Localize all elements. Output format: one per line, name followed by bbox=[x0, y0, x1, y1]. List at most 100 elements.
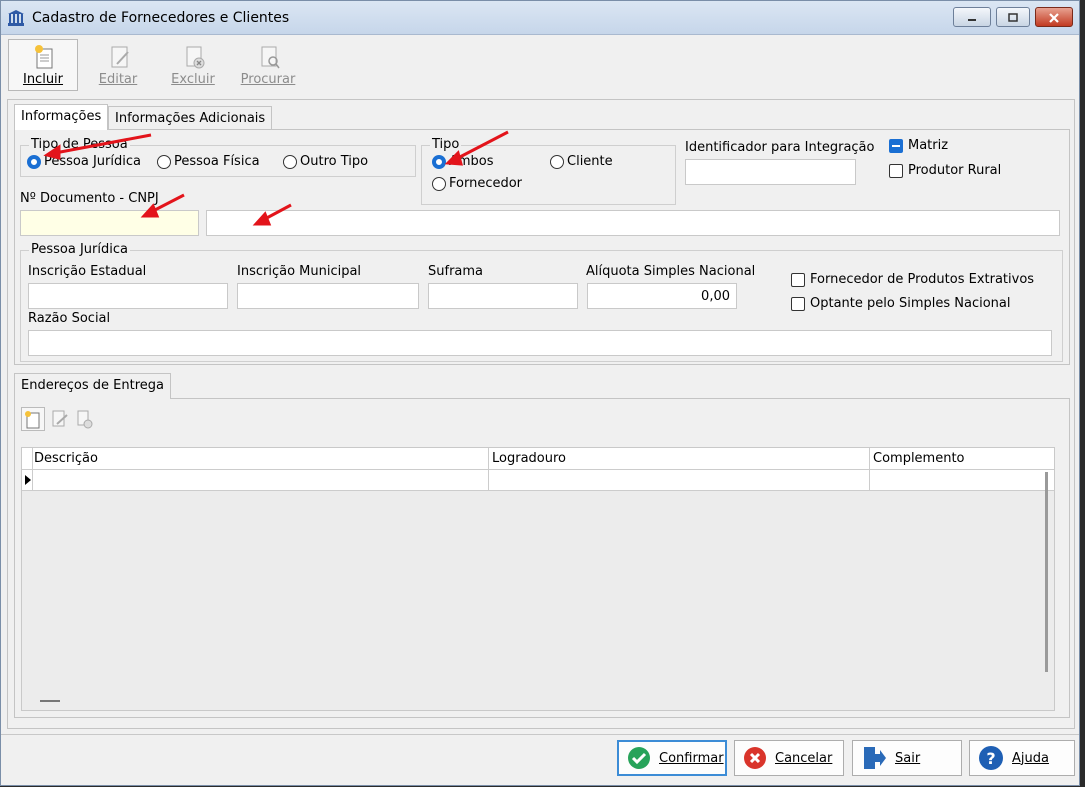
documento-label: Nº Documento - CNPJ bbox=[20, 191, 159, 206]
radio-cliente[interactable]: Cliente bbox=[550, 154, 613, 169]
radio-ambos[interactable]: Ambos bbox=[432, 154, 494, 169]
documento-descricao-input[interactable] bbox=[206, 210, 1060, 236]
column-separator bbox=[488, 470, 489, 490]
column-separator bbox=[869, 470, 870, 490]
radio-pessoa-juridica-label: Pessoa Jurídica bbox=[44, 154, 141, 169]
excluir-button[interactable]: Excluir bbox=[158, 39, 228, 91]
produtor-rural-checkbox[interactable]: Produtor Rural bbox=[889, 163, 1001, 178]
produtor-rural-label: Produtor Rural bbox=[908, 163, 1002, 178]
radio-unchecked-icon bbox=[157, 154, 171, 169]
minimize-icon bbox=[968, 19, 976, 21]
checkbox-partial-icon bbox=[889, 138, 903, 153]
enderecos-panel: Descrição Logradouro Complemento bbox=[14, 398, 1070, 718]
sair-label: Sair bbox=[895, 750, 921, 766]
main-window: Cadastro de Fornecedores e Clientes Incl… bbox=[0, 0, 1080, 786]
edit-document-icon bbox=[52, 410, 68, 427]
razao-social-input[interactable] bbox=[28, 330, 1052, 356]
aliquota-label: Alíquota Simples Nacional bbox=[586, 264, 756, 279]
matriz-checkbox[interactable]: Matriz bbox=[889, 138, 948, 153]
checkbox-unchecked-icon bbox=[791, 272, 805, 287]
radio-unchecked-icon bbox=[432, 176, 446, 191]
documento-input[interactable] bbox=[20, 210, 199, 236]
confirmar-label: Confirmar bbox=[659, 750, 724, 766]
tipo-pessoa-title: Tipo de Pessoa bbox=[29, 137, 130, 152]
procurar-button[interactable]: Procurar bbox=[233, 39, 303, 91]
table-row[interactable] bbox=[22, 470, 1054, 491]
ajuda-button[interactable]: ? Ajuda bbox=[969, 740, 1075, 776]
aliquota-input[interactable] bbox=[587, 283, 737, 309]
razao-social-label: Razão Social bbox=[28, 311, 111, 326]
radio-pessoa-juridica[interactable]: Pessoa Jurídica bbox=[27, 154, 141, 169]
ajuda-label: Ajuda bbox=[1012, 750, 1049, 766]
matriz-label: Matriz bbox=[908, 138, 949, 153]
radio-outro-tipo[interactable]: Outro Tipo bbox=[283, 154, 368, 169]
delete-document-icon bbox=[77, 410, 93, 429]
editar-button[interactable]: Editar bbox=[83, 39, 153, 91]
radio-cliente-label: Cliente bbox=[567, 154, 613, 169]
inscricao-municipal-input[interactable] bbox=[237, 283, 419, 309]
delete-endereco-button[interactable] bbox=[73, 407, 97, 431]
checkbox-unchecked-icon bbox=[889, 163, 903, 178]
help-icon: ? bbox=[979, 746, 1003, 770]
toolbar: Incluir Editar Excluir Procurar bbox=[1, 35, 1079, 93]
cancelar-label: Cancelar bbox=[775, 750, 833, 766]
main-panel: Informações Informações Adicionais Tipo … bbox=[7, 99, 1075, 729]
fornecedor-extrativos-label: Fornecedor de Produtos Extrativos bbox=[810, 272, 1035, 287]
confirmar-button[interactable]: Confirmar bbox=[617, 740, 727, 776]
column-separator bbox=[488, 448, 489, 469]
identificador-input[interactable] bbox=[685, 159, 856, 185]
close-button[interactable] bbox=[1035, 7, 1073, 27]
excluir-label: Excluir bbox=[171, 72, 215, 87]
enderecos-grid[interactable]: Descrição Logradouro Complemento bbox=[21, 447, 1055, 711]
inscricao-estadual-input[interactable] bbox=[28, 283, 228, 309]
column-logradouro[interactable]: Logradouro bbox=[492, 451, 566, 466]
delete-document-icon bbox=[186, 46, 205, 69]
pessoa-juridica-title: Pessoa Jurídica bbox=[29, 242, 130, 257]
informacoes-panel: Tipo de Pessoa Pessoa Jurídica Pessoa Fí… bbox=[14, 129, 1070, 365]
svg-text:?: ? bbox=[986, 749, 995, 768]
check-circle-icon bbox=[628, 747, 650, 769]
suframa-input[interactable] bbox=[428, 283, 578, 309]
edit-endereco-button[interactable] bbox=[48, 407, 72, 431]
exit-door-icon bbox=[864, 747, 886, 769]
tab-informacoes-adicionais[interactable]: Informações Adicionais bbox=[108, 106, 273, 130]
tipo-group: Tipo Ambos Cliente Fornecedor bbox=[421, 137, 676, 205]
add-endereco-button[interactable] bbox=[21, 407, 45, 431]
radio-pessoa-fisica[interactable]: Pessoa Física bbox=[157, 154, 260, 169]
suframa-label: Suframa bbox=[428, 264, 484, 279]
radio-fornecedor[interactable]: Fornecedor bbox=[432, 176, 522, 191]
tipo-pessoa-group: Tipo de Pessoa Pessoa Jurídica Pessoa Fí… bbox=[20, 137, 416, 177]
new-document-icon bbox=[25, 411, 40, 429]
column-descricao[interactable]: Descrição bbox=[34, 451, 98, 466]
radio-checked-icon bbox=[432, 154, 446, 169]
grid-header: Descrição Logradouro Complemento bbox=[22, 448, 1054, 470]
vertical-scrollbar[interactable] bbox=[1045, 472, 1048, 672]
fornecedor-extrativos-checkbox[interactable]: Fornecedor de Produtos Extrativos bbox=[791, 272, 1034, 287]
pessoa-juridica-group: Pessoa Jurídica Inscrição Estadual Inscr… bbox=[20, 242, 1063, 362]
minimize-button[interactable] bbox=[953, 7, 991, 27]
inscricao-estadual-label: Inscrição Estadual bbox=[28, 264, 147, 279]
footer-divider bbox=[1, 734, 1079, 735]
sair-button[interactable]: Sair bbox=[852, 740, 962, 776]
maximize-button[interactable] bbox=[996, 7, 1030, 27]
tab-informacoes-label: Informações bbox=[21, 109, 102, 124]
tab-informacoes[interactable]: Informações bbox=[14, 104, 109, 130]
editar-label: Editar bbox=[98, 72, 138, 87]
maximize-icon bbox=[1008, 13, 1018, 22]
incluir-label: Incluir bbox=[22, 72, 64, 87]
incluir-button[interactable]: Incluir bbox=[8, 39, 78, 91]
building-icon bbox=[8, 10, 24, 26]
optante-simples-checkbox[interactable]: Optante pelo Simples Nacional bbox=[791, 296, 1010, 311]
radio-unchecked-icon bbox=[283, 154, 297, 169]
horizontal-scrollbar[interactable] bbox=[40, 700, 60, 702]
radio-unchecked-icon bbox=[550, 154, 564, 169]
tab-enderecos-entrega[interactable]: Endereços de Entrega bbox=[14, 373, 171, 399]
radio-ambos-label: Ambos bbox=[449, 154, 494, 169]
identificador-label: Identificador para Integração bbox=[685, 140, 875, 155]
close-icon bbox=[1049, 13, 1059, 23]
radio-outro-tipo-label: Outro Tipo bbox=[300, 154, 369, 169]
column-separator bbox=[32, 470, 33, 490]
row-indicator-icon bbox=[25, 475, 31, 485]
column-complemento[interactable]: Complemento bbox=[873, 451, 965, 466]
cancelar-button[interactable]: Cancelar bbox=[734, 740, 844, 776]
